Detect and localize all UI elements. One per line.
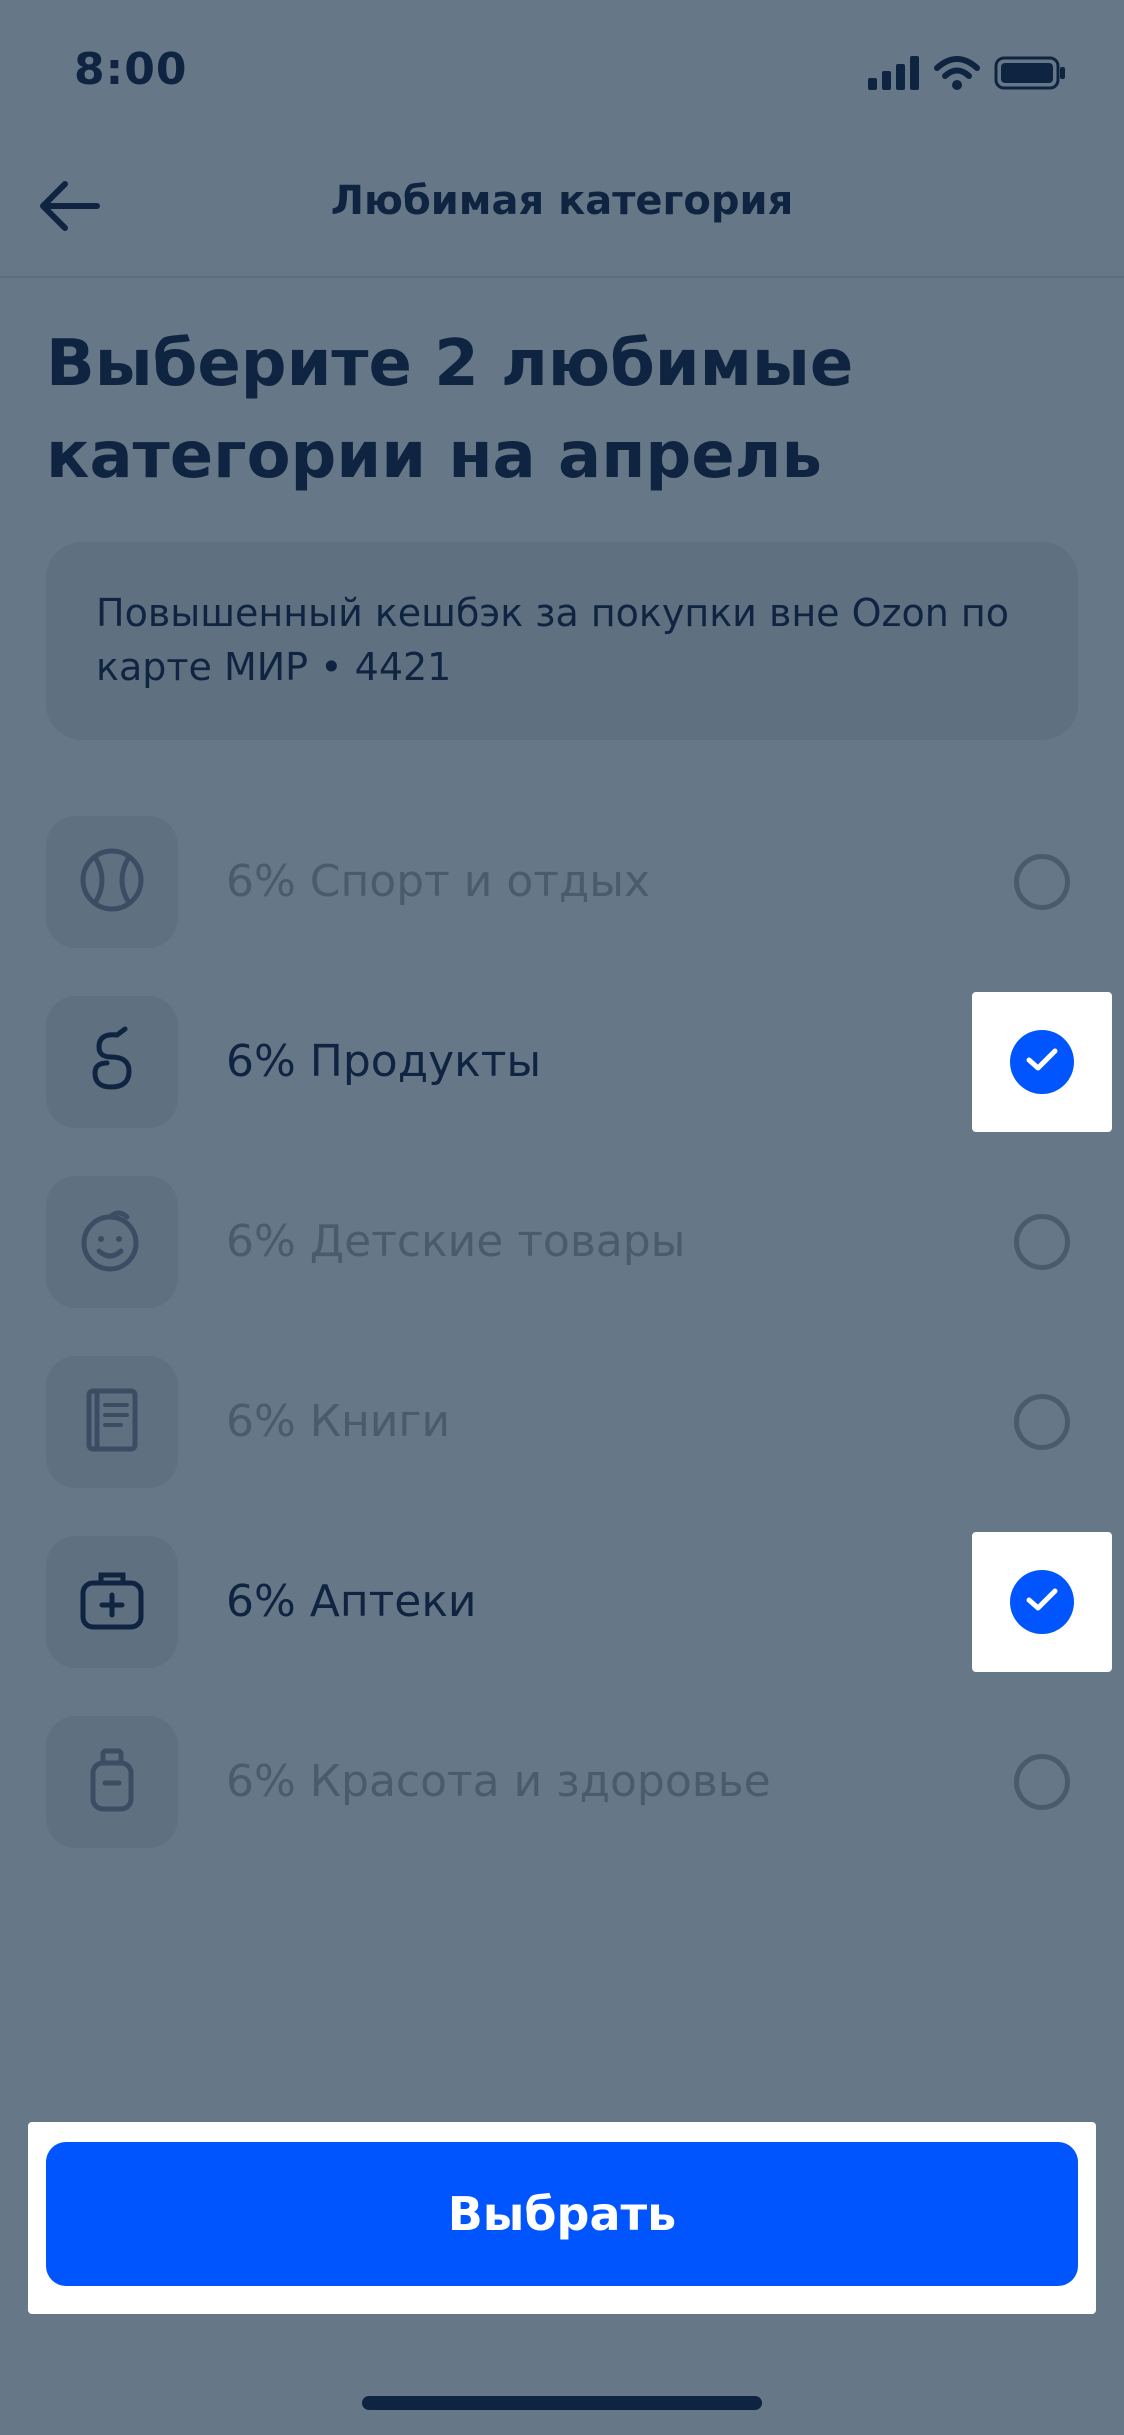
category-radio[interactable] [972,1352,1112,1492]
category-label: 6% Аптеки [226,1576,477,1627]
groceries-icon [77,1025,147,1099]
select-button[interactable]: Выбрать [46,2142,1078,2286]
checkmark-icon [1025,1047,1059,1077]
category-item-books[interactable]: 6% Книги [0,1356,1124,1488]
category-radio[interactable] [972,1532,1112,1672]
cosmetics-bottle-icon [77,1745,147,1819]
radio-unchecked [1014,854,1070,910]
category-icon-box [46,1356,178,1488]
info-card: Повышенный кешбэк за покупки вне Ozon по… [46,542,1078,740]
sport-ball-icon [77,845,147,919]
category-radio[interactable] [972,1172,1112,1312]
category-radio[interactable] [972,812,1112,952]
status-icons [868,56,1066,94]
nav-title: Любимая категория [330,178,794,224]
info-card-text: Повышенный кешбэк за покупки вне Ozon по… [96,591,1010,689]
radio-unchecked [1014,1214,1070,1270]
status-bar: 8:00 [0,0,1124,140]
baby-face-icon [77,1205,147,1279]
category-label: 6% Книги [226,1396,451,1447]
category-icon-box [46,816,178,948]
category-item-beauty[interactable]: 6% Красота и здоровье [0,1716,1124,1848]
category-icon-box [46,996,178,1128]
category-item-sport[interactable]: 6% Спорт и отдых [0,816,1124,948]
category-icon-box [46,1536,178,1668]
home-indicator[interactable] [362,2396,762,2410]
category-label: 6% Красота и здоровье [226,1756,771,1807]
radio-checked [1010,1570,1074,1634]
category-icon-box [46,1176,178,1308]
book-icon [77,1385,147,1459]
radio-unchecked [1014,1754,1070,1810]
radio-unchecked [1014,1394,1070,1450]
cellular-signal-icon [868,56,920,94]
category-label: 6% Продукты [226,1036,542,1087]
nav-bar: Любимая категория [0,140,1124,278]
category-radio[interactable] [972,992,1112,1132]
battery-icon [994,56,1066,94]
category-label: 6% Детские товары [226,1216,686,1267]
category-icon-box [46,1716,178,1848]
status-time: 8:00 [74,44,188,95]
category-item-kids[interactable]: 6% Детские товары [0,1176,1124,1308]
radio-checked [1010,1030,1074,1094]
category-radio[interactable] [972,1712,1112,1852]
category-item-pharmacy[interactable]: 6% Аптеки [0,1532,1124,1672]
wifi-icon [934,56,980,94]
checkmark-icon [1025,1587,1059,1617]
category-label: 6% Спорт и отдых [226,856,651,907]
pharmacy-kit-icon [77,1565,147,1639]
page-title: Выберите 2 любимые категории на апрель [46,327,854,493]
category-item-groceries[interactable]: 6% Продукты [0,992,1124,1132]
